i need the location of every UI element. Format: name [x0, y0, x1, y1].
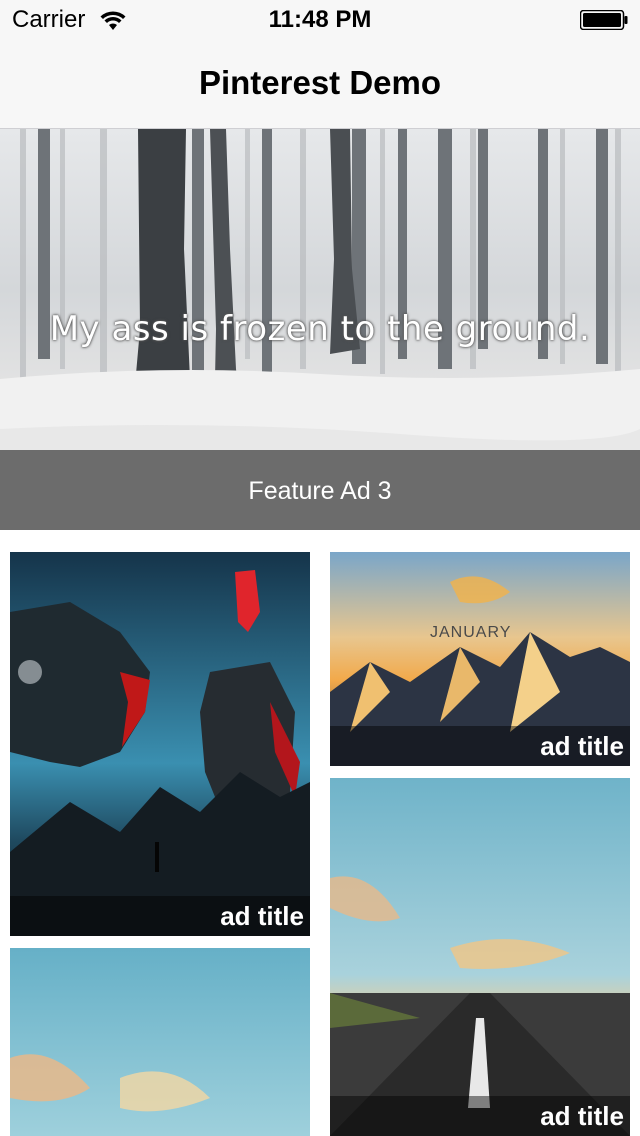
- pin-tile[interactable]: [10, 948, 310, 1136]
- tile-title: ad title: [540, 731, 624, 761]
- pin-tile[interactable]: ad title: [330, 778, 630, 1136]
- pin-tile[interactable]: JANUARY ad title: [330, 552, 630, 766]
- feature-caption: My ass is frozen to the ground.: [49, 309, 591, 349]
- status-time: 11:48 PM: [268, 6, 372, 33]
- battery-icon: [580, 10, 628, 30]
- tile-title: ad title: [220, 901, 304, 931]
- feature-banner[interactable]: My ass is frozen to the ground. Feature …: [0, 129, 640, 530]
- feature-label: Feature Ad 3: [248, 477, 392, 505]
- navigation-bar: Pinterest Demo: [0, 40, 640, 129]
- page-title: Pinterest Demo: [198, 64, 442, 101]
- tile-image-text: JANUARY: [430, 624, 512, 641]
- status-bar: Carrier 11:48 PM: [0, 0, 640, 40]
- tile-title: ad title: [540, 1101, 624, 1131]
- tile-image-road: [330, 778, 630, 1136]
- pin-tile[interactable]: ad title: [10, 552, 310, 936]
- tile-image-dragon-knight: [10, 552, 310, 936]
- tile-image-sky: [10, 948, 310, 1136]
